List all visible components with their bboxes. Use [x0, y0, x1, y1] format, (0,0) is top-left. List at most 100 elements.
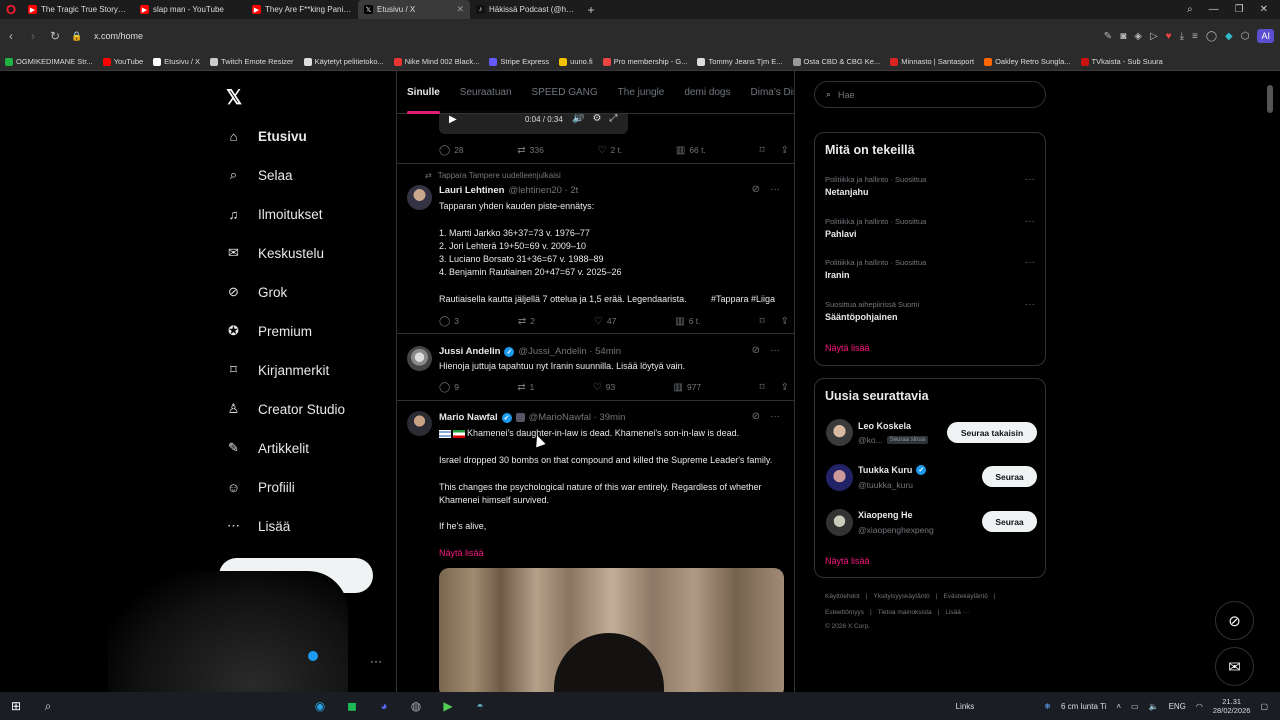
ai-button[interactable]: AI [1257, 29, 1274, 43]
bookmark-item[interactable]: Oakley Retro Sungla... [979, 57, 1075, 66]
bookmark-item[interactable]: Minnasto | Santasport [885, 57, 979, 66]
browser-tab-active[interactable]: 𝕏 Etusivu / X ✕ [358, 0, 470, 19]
close-icon[interactable]: ✕ [456, 4, 464, 15]
messages-fab-icon[interactable]: ✉ [1215, 647, 1254, 686]
tab-sinulle[interactable]: Sinulle [397, 71, 450, 114]
tweet-author[interactable]: Mario Nawfal ✓ @MarioNawfal · 39min [439, 412, 625, 423]
trend-name[interactable]: Pahlavi [825, 229, 857, 239]
heart-icon[interactable]: ♥ [1166, 31, 1172, 42]
views-button[interactable]: ▥ 977 [673, 382, 701, 393]
bookmark-item[interactable]: Osta CBD & CBG Ke... [788, 57, 886, 66]
avatar[interactable] [407, 185, 432, 210]
maximize-icon[interactable]: ❐ [1235, 4, 1244, 15]
settings-icon[interactable]: ⚙ [592, 113, 601, 124]
bookmark-item[interactable]: Pro membership - G... [598, 57, 693, 66]
browser-tab[interactable]: ▶ The Tragic True Story of Ju [22, 0, 134, 19]
reply-button[interactable]: ◯ 3 [439, 316, 459, 327]
follow-name[interactable]: Leo Koskela [858, 421, 911, 431]
repost-button[interactable]: ⇄ 2 [518, 316, 535, 327]
tweet-image[interactable] [439, 568, 784, 692]
follow-button[interactable]: Seuraa [982, 511, 1037, 532]
tab-dimas-dist[interactable]: Dima's Dist [741, 71, 795, 114]
play-icon[interactable]: ▷ [1150, 31, 1158, 42]
search-icon[interactable]: ⌕ [1187, 4, 1193, 15]
language-indicator[interactable]: ENG [1169, 702, 1186, 711]
tweet-author[interactable]: Jussi Andelin ✓ @Jussi_Andelin · 54min [439, 346, 621, 357]
follow-name[interactable]: Xiaopeng He [858, 510, 913, 520]
reload-icon[interactable]: ↻ [44, 29, 66, 43]
repost-button[interactable]: ⇄ 1 [517, 382, 534, 393]
menu-icon[interactable]: ≡ [1192, 31, 1198, 42]
volume-icon[interactable]: 🔊 [572, 113, 584, 124]
more-icon[interactable]: ··· [770, 411, 780, 422]
footer-link[interactable]: Käyttöehdot [825, 593, 860, 600]
follow-name[interactable]: Tuukka Kuru ✓ [858, 465, 927, 475]
browser-tab[interactable]: ▶ slap man - YouTube [134, 0, 246, 19]
more-icon[interactable]: ··· [1025, 257, 1035, 268]
nav-item-etusivu[interactable]: ⌂ Etusivu [226, 126, 307, 146]
repost-button[interactable]: ⇄ 336 [517, 145, 544, 156]
nav-item-kirjanmerkit[interactable]: ⌑ Kirjanmerkit [226, 360, 329, 380]
bookmark-item[interactable]: TVkaista - Sub Suura [1076, 57, 1168, 66]
follow-button[interactable]: Seuraa [982, 466, 1037, 487]
grok-icon[interactable]: ⊘ [752, 411, 760, 422]
more-icon[interactable]: ··· [1025, 174, 1035, 185]
avatar[interactable] [826, 509, 853, 536]
tweet-author[interactable]: Lauri Lehtinen @lehtinen20 · 2t [439, 185, 578, 196]
chevron-up-icon[interactable]: ˄ [1116, 702, 1121, 711]
follow-back-button[interactable]: Seuraa takaisin [947, 422, 1037, 443]
trends-show-more[interactable]: Näytä lisää [825, 343, 870, 353]
search-icon[interactable]: ⌕ [32, 692, 64, 720]
tab-the-jungle[interactable]: The jungle [608, 71, 675, 114]
edit-icon[interactable]: ✎ [1104, 31, 1112, 42]
shield-icon[interactable]: ◈ [1134, 31, 1142, 42]
bookmark-item[interactable]: uuno.fi [554, 57, 598, 66]
bookmark-item[interactable]: Käytetyt pelitietoko... [299, 57, 389, 66]
like-button[interactable]: ♡ 93 [593, 382, 615, 393]
nav-item-profiili[interactable]: ☺ Profiili [226, 477, 295, 497]
play-icon[interactable]: ▶ [449, 114, 457, 125]
nav-item-lisää[interactable]: ⋯ Lisää [226, 516, 290, 536]
fullscreen-icon[interactable]: ⤢ [609, 113, 617, 124]
forward-icon[interactable]: › [22, 29, 44, 43]
extension-icon[interactable]: ◆ [1225, 31, 1233, 42]
nav-item-premium[interactable]: ✪ Premium [226, 321, 312, 341]
network-icon[interactable]: ▭ [1131, 702, 1139, 711]
bookmark-button[interactable]: ⌑ ⇪ [759, 145, 789, 156]
views-button[interactable]: ▥ 6 t. [675, 316, 700, 327]
footer-link[interactable]: Lisää ··· [945, 609, 969, 616]
bookmark-button[interactable]: ⌑ ⇪ [759, 316, 789, 327]
share-icon[interactable]: ⇪ [781, 145, 789, 156]
cube-icon[interactable]: ⬡ [1241, 31, 1250, 42]
volume-icon[interactable]: 🔈 [1149, 702, 1159, 711]
avatar[interactable] [826, 464, 853, 491]
views-button[interactable]: ▥ 66 t. [676, 145, 706, 156]
share-icon[interactable]: ⇪ [781, 382, 789, 393]
close-icon[interactable]: ✕ [1260, 4, 1268, 15]
nav-item-ilmoitukset[interactable]: ♫ Ilmoitukset [226, 204, 323, 224]
footer-link[interactable]: Evästekäytäntö [943, 593, 987, 600]
nav-item-selaa[interactable]: ⌕ Selaa [226, 165, 293, 185]
grok-fab-icon[interactable]: ⊘ [1215, 601, 1254, 640]
x-logo-icon[interactable]: 𝕏 [226, 85, 242, 110]
like-button[interactable]: ♡ 2 t. [597, 145, 622, 156]
media-icon[interactable]: ▶ [432, 692, 464, 720]
opera-logo-icon[interactable]: O [0, 0, 22, 19]
reply-button[interactable]: ◯ 9 [439, 382, 459, 393]
nav-item-grok[interactable]: ⊘ Grok [226, 282, 287, 302]
avatar[interactable] [407, 346, 432, 371]
footer-link[interactable]: Esteettömyys [825, 609, 864, 616]
footer-link[interactable]: Tietoa mainoksista [878, 609, 932, 616]
grok-icon[interactable]: ⊘ [752, 345, 760, 356]
grok-icon[interactable]: ⊘ [752, 184, 760, 195]
wifi-icon[interactable]: ◠ [1196, 702, 1203, 711]
show-more-link[interactable]: Näytä lisää [439, 547, 789, 560]
more-icon[interactable]: ··· [770, 345, 780, 356]
hashtags[interactable]: #Tappara #Liiga [711, 293, 791, 306]
nav-item-artikkelit[interactable]: ✎ Artikkelit [226, 438, 309, 458]
new-tab-button[interactable]: + [582, 3, 600, 17]
bookmark-item[interactable]: Tommy Jeans Tjm E... [692, 57, 787, 66]
discord-icon[interactable]: ◕ [368, 692, 400, 720]
nav-item-keskustelu[interactable]: ✉ Keskustelu [226, 243, 324, 263]
notification-icon[interactable]: ▢ [1260, 702, 1268, 711]
